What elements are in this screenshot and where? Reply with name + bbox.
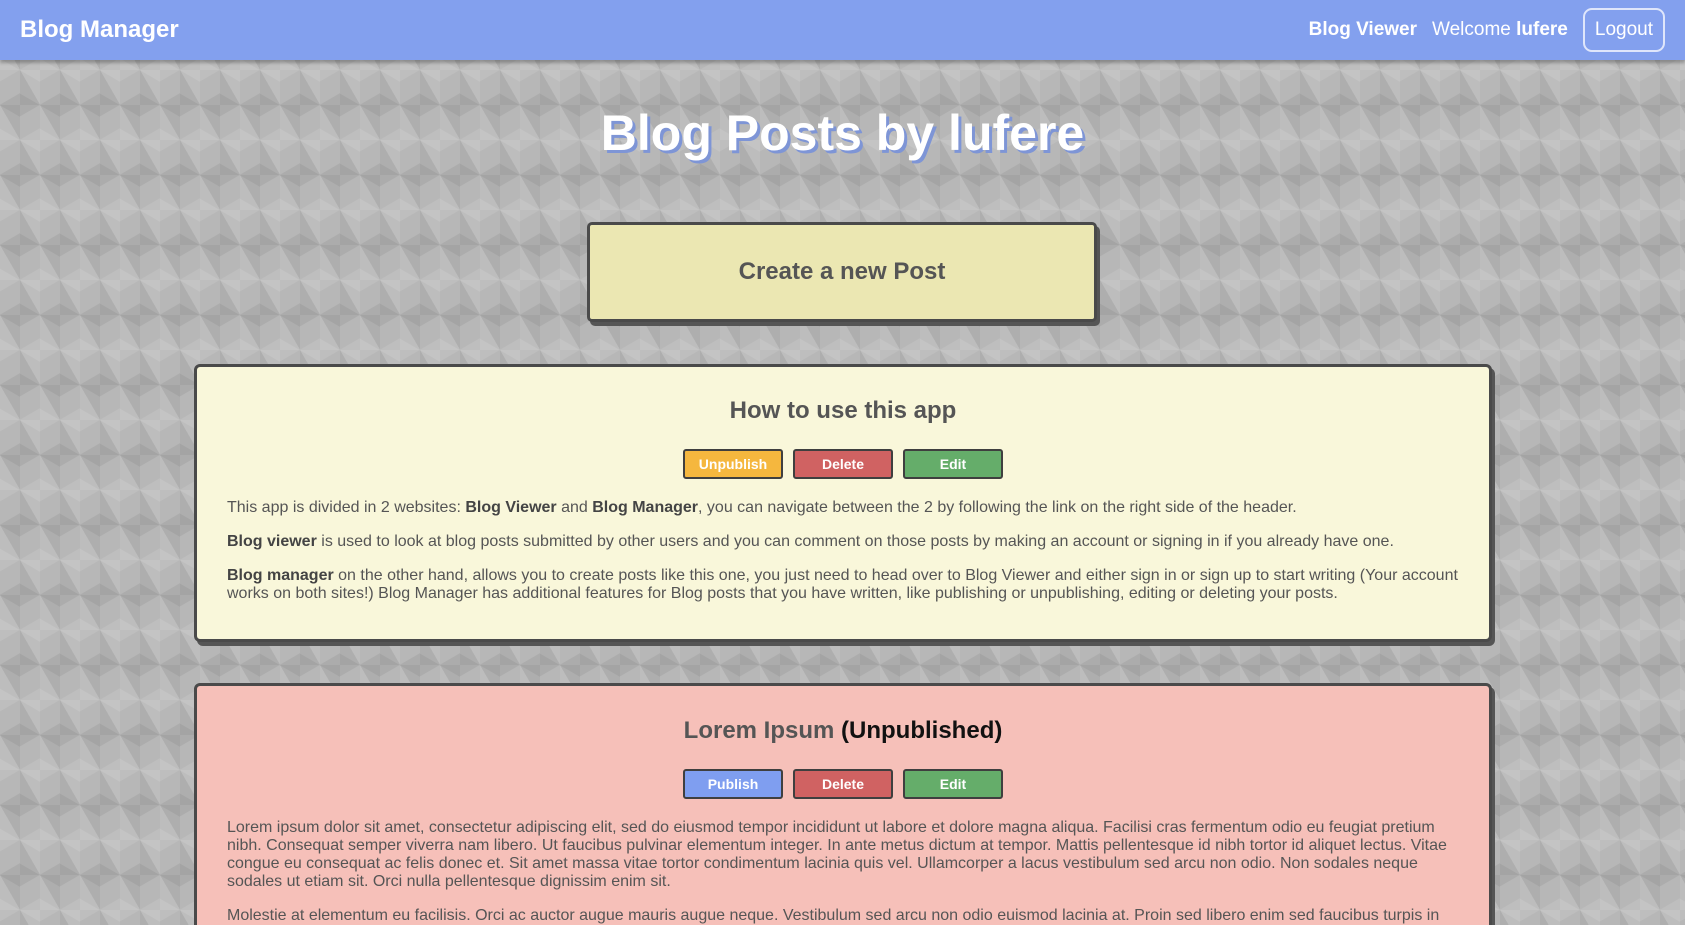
paragraph-bold: Blog viewer	[227, 533, 317, 550]
post-body: Lorem ipsum dolor sit amet, consectetur …	[227, 819, 1459, 925]
post-paragraph: Blog viewer is used to look at blog post…	[227, 533, 1459, 551]
post-actions: Publish Delete Edit	[227, 769, 1459, 799]
create-post-button[interactable]: Create a new Post	[587, 222, 1097, 322]
post-actions: Unpublish Delete Edit	[227, 449, 1459, 479]
post-title-text: Lorem Ipsum	[683, 717, 835, 744]
unpublish-button[interactable]: Unpublish	[683, 449, 783, 479]
post-paragraph: Molestie at elementum eu facilisis. Orci…	[227, 907, 1440, 924]
logout-button[interactable]: Logout	[1582, 8, 1665, 52]
post-title[interactable]: Lorem Ipsum (Unpublished)	[227, 717, 1459, 745]
welcome-text: Welcome lufere	[1432, 19, 1568, 41]
edit-button[interactable]: Edit	[903, 769, 1003, 799]
paragraph-text: is used to look at blog posts submitted …	[316, 533, 1394, 550]
delete-button[interactable]: Delete	[793, 449, 893, 479]
header-nav: Blog Viewer Welcome lufere Logout	[1309, 8, 1665, 52]
paragraph-bold: Blog manager	[227, 567, 334, 584]
delete-button[interactable]: Delete	[793, 769, 893, 799]
post-title-text: How to use this app	[729, 397, 957, 424]
edit-button[interactable]: Edit	[903, 449, 1003, 479]
brand-title[interactable]: Blog Manager	[20, 16, 179, 44]
paragraph-text: This app is divided in 2 websites:	[227, 499, 466, 516]
top-header: Blog Manager Blog Viewer Welcome lufere …	[0, 0, 1685, 60]
post-card: How to use this app Unpublish Delete Edi…	[194, 364, 1492, 642]
post-paragraph: This app is divided in 2 websites: Blog …	[227, 499, 1459, 517]
post-card: Lorem Ipsum (Unpublished) Publish Delete…	[194, 683, 1492, 925]
page-title: Blog Posts by lufere	[600, 105, 1085, 161]
post-paragraph: Lorem ipsum dolor sit amet, consectetur …	[227, 819, 1447, 890]
blog-viewer-link[interactable]: Blog Viewer	[1309, 19, 1417, 41]
paragraph-text: on the other hand, allows you to create …	[227, 567, 1458, 602]
paragraph-text: and	[556, 499, 593, 516]
paragraph-bold: Blog Viewer	[465, 499, 557, 516]
post-title[interactable]: How to use this app	[227, 397, 1459, 425]
unpublished-status: (Unpublished)	[841, 717, 1003, 744]
publish-button[interactable]: Publish	[683, 769, 783, 799]
welcome-prefix: Welcome	[1432, 19, 1511, 40]
paragraph-text: , you can navigate between the 2 by foll…	[698, 499, 1297, 516]
paragraph-bold: Blog Manager	[592, 499, 699, 516]
username: lufere	[1516, 19, 1568, 40]
post-paragraph: Blog manager on the other hand, allows y…	[227, 567, 1459, 603]
post-body: This app is divided in 2 websites: Blog …	[227, 499, 1459, 603]
